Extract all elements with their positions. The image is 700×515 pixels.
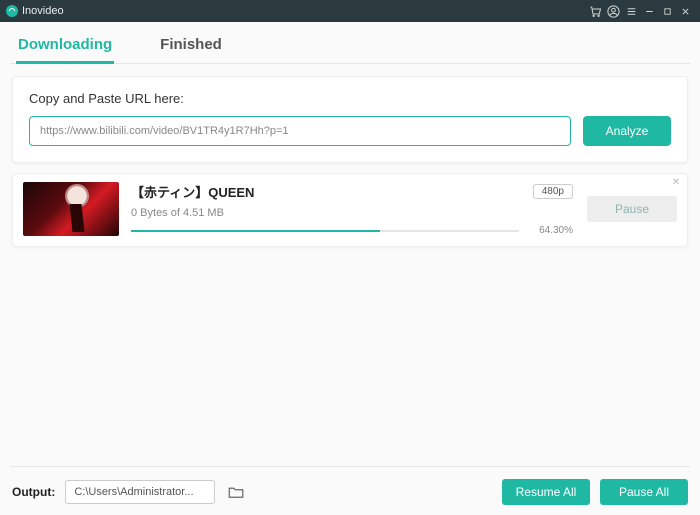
pause-all-button[interactable]: Pause All (600, 479, 688, 505)
url-label: Copy and Paste URL here: (29, 91, 671, 106)
brand: Inovideo (6, 5, 64, 17)
remove-download-button[interactable]: ✕ (671, 178, 681, 188)
tab-downloading[interactable]: Downloading (18, 36, 112, 63)
download-item: ✕ 【赤ティン】QUEEN 480p 0 Bytes of 4.51 MB 64… (12, 173, 688, 247)
pause-button[interactable]: Pause (587, 196, 677, 222)
download-title: 【赤ティン】QUEEN (131, 182, 525, 201)
download-size: 0 Bytes of 4.51 MB (131, 207, 573, 219)
output-path-input[interactable] (65, 480, 215, 504)
browse-folder-button[interactable] (225, 481, 247, 503)
video-thumbnail (23, 182, 119, 236)
url-input[interactable] (29, 116, 571, 146)
tabs: Downloading Finished (10, 22, 690, 64)
app-logo-icon (6, 5, 18, 17)
menu-icon[interactable] (622, 5, 640, 18)
progress-bar (131, 230, 519, 232)
folder-icon (227, 483, 245, 501)
window-close-icon[interactable] (676, 5, 694, 18)
cart-icon[interactable] (586, 4, 604, 19)
title-bar: Inovideo (0, 0, 700, 22)
url-card: Copy and Paste URL here: Analyze (12, 76, 688, 163)
resume-all-button[interactable]: Resume All (502, 479, 590, 505)
app-name: Inovideo (22, 5, 64, 17)
progress-percent: 64.30% (527, 225, 573, 236)
analyze-button[interactable]: Analyze (583, 116, 671, 146)
window-maximize-icon[interactable] (658, 5, 676, 18)
output-label: Output: (12, 485, 55, 499)
window-minimize-icon[interactable] (640, 5, 658, 18)
quality-badge: 480p (533, 184, 573, 199)
progress-bar-fill (131, 230, 380, 232)
account-icon[interactable] (604, 4, 622, 19)
tab-finished[interactable]: Finished (160, 36, 222, 63)
footer: Output: Resume All Pause All (10, 466, 690, 515)
